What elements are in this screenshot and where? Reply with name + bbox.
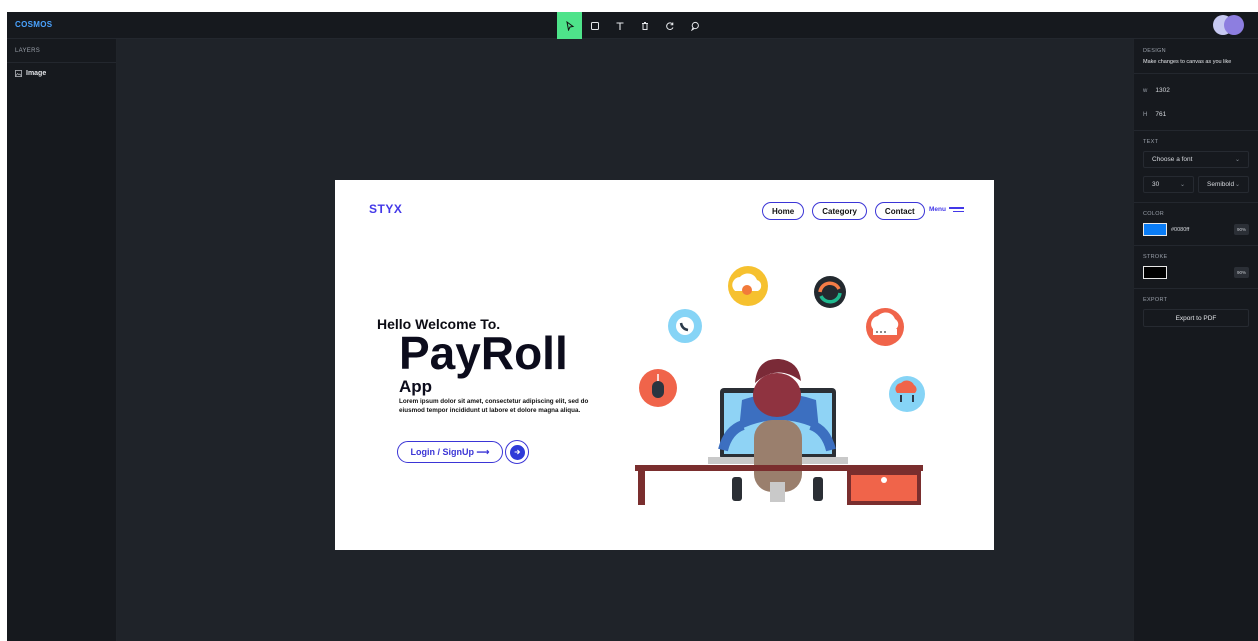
font-select[interactable]: Choose a font ⌄ <box>1143 151 1249 168</box>
font-size-value: 30 <box>1152 181 1160 188</box>
nav-contact: Contact <box>874 202 925 220</box>
cloud-icon-circle <box>728 266 768 306</box>
server-icon-circle <box>866 308 904 346</box>
app-brand[interactable]: COSMOS <box>15 20 52 29</box>
design-panel: DESIGN Make changes to canvas as you lik… <box>1133 39 1258 641</box>
hero-description: Lorem ipsum dolor sit amet, consectetur … <box>399 398 589 414</box>
design-description: Make changes to canvas as you like <box>1143 59 1232 65</box>
font-select-value: Choose a font <box>1152 156 1193 163</box>
width-field[interactable]: w 1302 <box>1143 87 1249 94</box>
height-value[interactable]: 761 <box>1155 111 1166 118</box>
stroke-section-title: STROKE <box>1143 254 1168 260</box>
cursor-icon <box>565 20 574 31</box>
layer-label: Image <box>26 70 47 77</box>
export-section-title: EXPORT <box>1143 297 1168 303</box>
font-size-select[interactable]: 30 ⌄ <box>1143 176 1194 193</box>
hero-arrow-button <box>505 440 529 464</box>
rotate-icon <box>665 21 673 30</box>
canvas-area[interactable]: STYX Home Category Contact Menu Hello We… <box>117 39 1133 641</box>
developer-illustration <box>635 266 925 505</box>
color-swatch[interactable] <box>1143 223 1167 236</box>
top-bar: COSMOS <box>7 12 1258 39</box>
chevron-down-icon: ⌄ <box>1234 157 1240 163</box>
comment-tool-button[interactable] <box>682 12 707 39</box>
menu-label: Menu <box>929 206 946 213</box>
site-nav: Home Category Contact <box>762 202 925 220</box>
delete-tool-button[interactable] <box>632 12 657 39</box>
select-tool-button[interactable] <box>557 12 582 39</box>
hero-subtitle: App <box>399 377 433 396</box>
stroke-field[interactable]: 90% <box>1143 266 1249 279</box>
chevron-down-icon: ⌄ <box>1234 182 1240 188</box>
color-value[interactable]: #0080ff <box>1171 227 1189 233</box>
stroke-swatch[interactable] <box>1143 266 1167 279</box>
nav-home: Home <box>762 202 805 220</box>
app-window: COSMOS LAYERS Image STYX Home Category C… <box>7 12 1258 641</box>
artboard-image[interactable]: STYX Home Category Contact Menu Hello We… <box>335 180 994 550</box>
collaborator-avatars[interactable] <box>1213 15 1245 35</box>
comment-icon <box>690 21 699 31</box>
tool-group <box>557 12 707 39</box>
upload-cloud-icon-circle <box>889 376 925 412</box>
export-pdf-button[interactable]: Export to PDF <box>1143 309 1249 327</box>
sync-icon-circle <box>814 276 846 308</box>
rectangle-tool-button[interactable] <box>582 12 607 39</box>
nav-category: Category <box>812 202 867 220</box>
square-icon <box>590 21 599 30</box>
hero-title: PayRoll <box>399 327 568 379</box>
mouse-icon-circle <box>639 369 677 407</box>
layer-item-image[interactable]: Image <box>7 63 116 77</box>
height-field[interactable]: H 761 <box>1143 111 1249 118</box>
site-logo: STYX <box>369 202 403 216</box>
font-weight-select[interactable]: Semibold ⌄ <box>1198 176 1249 193</box>
width-label: w <box>1143 87 1148 94</box>
width-value[interactable]: 1302 <box>1155 87 1169 94</box>
font-weight-value: Semibold <box>1207 181 1235 188</box>
image-icon <box>15 70 22 77</box>
site-menu: Menu <box>929 206 964 213</box>
text-section-title: TEXT <box>1143 139 1159 145</box>
hamburger-icon <box>948 207 964 212</box>
layers-panel: LAYERS Image <box>7 39 117 641</box>
text-icon <box>616 21 623 30</box>
height-label: H <box>1143 111 1148 118</box>
hero-login-button: Login / SignUp ⟶ <box>397 441 503 463</box>
avatar[interactable] <box>1224 15 1244 35</box>
phone-icon-circle <box>668 309 702 343</box>
stroke-opacity[interactable]: 90% <box>1234 267 1249 278</box>
trash-icon <box>641 21 648 30</box>
color-field[interactable]: #0080ff 90% <box>1143 223 1249 236</box>
layers-title: LAYERS <box>7 39 116 63</box>
color-opacity[interactable]: 90% <box>1234 224 1249 235</box>
color-section-title: COLOR <box>1143 211 1165 217</box>
design-title: DESIGN <box>1143 48 1166 54</box>
arrow-right-icon <box>509 444 525 460</box>
chevron-down-icon: ⌄ <box>1179 182 1185 188</box>
redo-tool-button[interactable] <box>657 12 682 39</box>
text-tool-button[interactable] <box>607 12 632 39</box>
